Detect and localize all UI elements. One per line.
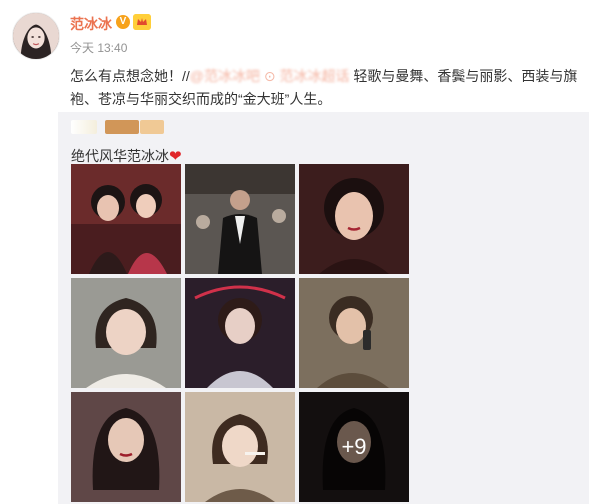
grid-image-8[interactable] bbox=[185, 392, 295, 502]
vip-badge-icon bbox=[133, 14, 151, 30]
repost-author-name-tail bbox=[140, 120, 164, 134]
grid-image-9[interactable]: +9 bbox=[299, 392, 409, 502]
username[interactable]: 范冰冰 bbox=[70, 14, 112, 34]
woman-long-hair-photo-icon bbox=[71, 392, 181, 502]
heart-icon: ❤ bbox=[169, 148, 182, 165]
grid-image-4[interactable] bbox=[71, 278, 181, 388]
grid-image-2[interactable] bbox=[185, 164, 295, 274]
grid-image-3[interactable] bbox=[299, 164, 409, 274]
topic-link[interactable]: 范冰冰超话 bbox=[280, 68, 350, 84]
woman-portrait-photo-icon bbox=[299, 164, 409, 274]
repost-author-avatar[interactable] bbox=[71, 120, 97, 134]
repost-text: 绝代风华范冰冰❤ bbox=[71, 146, 182, 166]
repost-container[interactable]: 绝代风华范冰冰❤ +9 bbox=[58, 112, 589, 504]
man-in-tuxedo-photo-icon bbox=[185, 164, 295, 274]
grid-image-1[interactable] bbox=[71, 164, 181, 274]
repost-author-name[interactable] bbox=[105, 120, 139, 134]
verified-badge-icon: V bbox=[116, 15, 130, 29]
woman-with-phone-photo-icon bbox=[299, 278, 409, 388]
two-women-photo-icon bbox=[71, 164, 181, 274]
post-header: 范冰冰 V 今天 13:40 怎么有点想念她！//@范冰冰吧 ⊙ 范冰冰超话 轻… bbox=[0, 0, 589, 112]
post-timestamp[interactable]: 今天 13:40 bbox=[70, 39, 127, 56]
avatar-portrait-icon bbox=[13, 13, 59, 59]
woman-neon-photo-icon bbox=[185, 278, 295, 388]
grid-image-6[interactable] bbox=[299, 278, 409, 388]
grid-image-7[interactable] bbox=[71, 392, 181, 502]
more-images-count[interactable]: +9 bbox=[299, 392, 409, 502]
grid-image-5[interactable] bbox=[185, 278, 295, 388]
avatar[interactable] bbox=[12, 12, 60, 60]
post-text: 怎么有点想念她！//@范冰冰吧 ⊙ 范冰冰超话 轻歌与曼舞、香鬓与丽影、西装与旗… bbox=[70, 65, 580, 111]
post-text-prefix: 怎么有点想念她！// bbox=[70, 68, 190, 84]
topic-icon: ⊙ bbox=[263, 68, 276, 84]
woman-smoking-photo-icon bbox=[185, 392, 295, 502]
mention-link[interactable]: @范冰冰吧 bbox=[190, 68, 260, 84]
woman-bob-hair-photo-icon bbox=[71, 278, 181, 388]
repost-text-body: 绝代风华范冰冰 bbox=[71, 148, 169, 164]
